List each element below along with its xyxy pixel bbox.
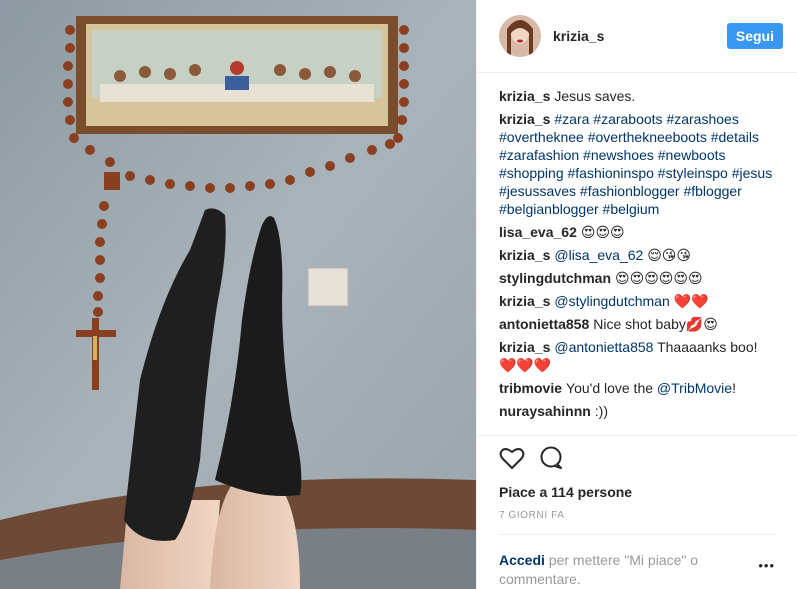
caption-username[interactable]: krizia_s	[499, 88, 550, 104]
comment-username[interactable]: stylingdutchman	[499, 270, 611, 286]
post-timestamp[interactable]: 7 GIORNI FA	[477, 504, 797, 534]
likes-count[interactable]: Piace a 114 persone	[477, 484, 797, 504]
list-item: krizia_s @antonietta858 Thaaaanks boo! ❤️…	[499, 338, 775, 374]
login-link[interactable]: Accedi	[499, 552, 545, 568]
avatar[interactable]	[499, 14, 541, 57]
list-item: krizia_s @stylingdutchman ❤️❤️	[499, 292, 775, 310]
post-header: krizia_s Segui	[477, 0, 797, 73]
comment-text: ❤️❤️	[669, 292, 709, 309]
list-item: lisa_eva_62 😍😍😍	[499, 223, 775, 241]
comment-text: You'd love the	[566, 379, 657, 396]
list-item: krizia_s #zara #zaraboots #zarashoes #ove…	[499, 110, 775, 218]
comment-text: 😍😍😍	[580, 223, 625, 240]
photo-illustration	[0, 0, 476, 589]
instagram-post: krizia_s Segui krizia_s Jesus saves. kriz…	[0, 0, 797, 589]
comment-text: 😍😍😍😍😍😍	[615, 269, 703, 286]
comment-text-end: !	[732, 379, 736, 396]
list-item: tribmovie You'd love the @TribMovie!	[499, 379, 775, 397]
list-item: krizia_s @lisa_eva_62 😌😘😘	[499, 246, 775, 264]
caption: krizia_s Jesus saves.	[499, 87, 775, 105]
comment-icon[interactable]	[539, 446, 563, 473]
comment-username[interactable]: krizia_s	[499, 339, 550, 355]
comment-username[interactable]: krizia_s	[499, 111, 550, 127]
list-item: nuraysahinnn:))	[499, 402, 775, 420]
comment-username[interactable]: lisa_eva_62	[499, 224, 577, 240]
list-item: antonietta858 Nice shot baby💋😍	[499, 315, 775, 333]
heart-icon[interactable]	[499, 446, 525, 473]
post-sidebar: krizia_s Segui krizia_s Jesus saves. kriz…	[476, 0, 797, 589]
list-item: stylingdutchman 😍😍😍😍😍😍	[499, 269, 775, 287]
comment-username[interactable]: tribmovie	[499, 380, 562, 396]
author-username[interactable]: krizia_s	[553, 28, 727, 44]
comment-text: 😌😘😘	[643, 246, 691, 263]
add-comment-area: Accedi per mettere "Mi piace" o commenta…	[499, 534, 775, 589]
mention[interactable]: @stylingdutchman	[554, 293, 669, 309]
comment-username[interactable]: krizia_s	[499, 247, 550, 263]
caption-text: Jesus saves.	[554, 87, 636, 104]
mention[interactable]: @TribMovie	[657, 380, 732, 396]
mention[interactable]: @antonietta858	[554, 339, 653, 355]
post-photo[interactable]	[0, 0, 476, 589]
comment-username[interactable]: antonietta858	[499, 316, 589, 332]
comment-username[interactable]: krizia_s	[499, 293, 550, 309]
comment-username[interactable]: nuraysahinnn	[499, 403, 591, 419]
comment-text: :))	[594, 402, 609, 419]
action-bar	[477, 434, 797, 485]
follow-button[interactable]: Segui	[726, 22, 783, 49]
more-options-button[interactable]: •••	[758, 556, 775, 575]
comments-list: krizia_s Jesus saves. krizia_s #zara #zara…	[477, 73, 797, 435]
mention[interactable]: @lisa_eva_62	[554, 247, 643, 263]
comment-text: Nice shot baby💋😍	[593, 315, 718, 332]
